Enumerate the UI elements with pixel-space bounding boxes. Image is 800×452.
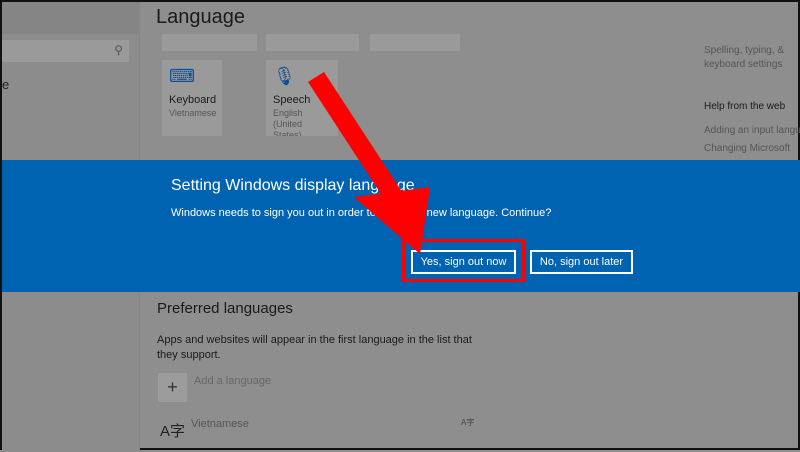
search-input[interactable]: ⚲ <box>2 40 129 62</box>
tile[interactable] <box>266 34 359 51</box>
search-icon: ⚲ <box>114 43 123 57</box>
display-language-icon: A字 <box>461 418 475 427</box>
tile-sub: English (United States) <box>273 108 303 136</box>
help-link[interactable]: Adding an input language <box>704 124 800 138</box>
spelling-link[interactable]: Spelling, typing, & keyboard settings <box>704 44 800 72</box>
microphone-icon: 🎙 <box>273 66 296 86</box>
sign-out-dialog: Setting Windows display language Windows… <box>2 160 800 292</box>
tile-name: Keyboard <box>169 94 217 106</box>
dialog-title: Setting Windows display language <box>171 177 415 194</box>
related-settings: Spelling, typing, & keyboard settings He… <box>704 44 800 156</box>
language-icon: A字 <box>160 423 186 440</box>
help-title: Help from the web <box>704 101 786 112</box>
language-item[interactable]: Vietnamese <box>191 418 249 430</box>
tile[interactable] <box>162 34 257 51</box>
add-language-button[interactable]: + <box>158 373 187 402</box>
plus-icon: + <box>167 377 178 397</box>
speech-tile[interactable]: 🎙 Speech English (United States) <box>266 60 338 136</box>
add-language-label[interactable]: Add a language <box>194 375 271 387</box>
sidebar-item-label[interactable]: e <box>2 77 9 92</box>
tile-sub: Vietnamese <box>169 108 217 118</box>
help-link[interactable]: Changing Microsoft <box>704 142 800 156</box>
section-title: Preferred languages <box>157 300 293 317</box>
yes-sign-out-button[interactable]: Yes, sign out now <box>411 250 516 274</box>
tile[interactable] <box>370 34 460 51</box>
keyboard-tile[interactable]: ⌨ Keyboard Vietnamese <box>162 60 222 136</box>
page-title: Language <box>156 6 245 28</box>
no-sign-out-later-button[interactable]: No, sign out later <box>530 250 633 274</box>
sidebar-header <box>2 2 140 34</box>
keyboard-icon: ⌨ <box>169 66 195 86</box>
tile-name: Speech <box>273 94 311 106</box>
section-text: Apps and websites will appear in the fir… <box>157 334 472 361</box>
dialog-text: Windows needs to sign you out in order t… <box>171 207 552 219</box>
